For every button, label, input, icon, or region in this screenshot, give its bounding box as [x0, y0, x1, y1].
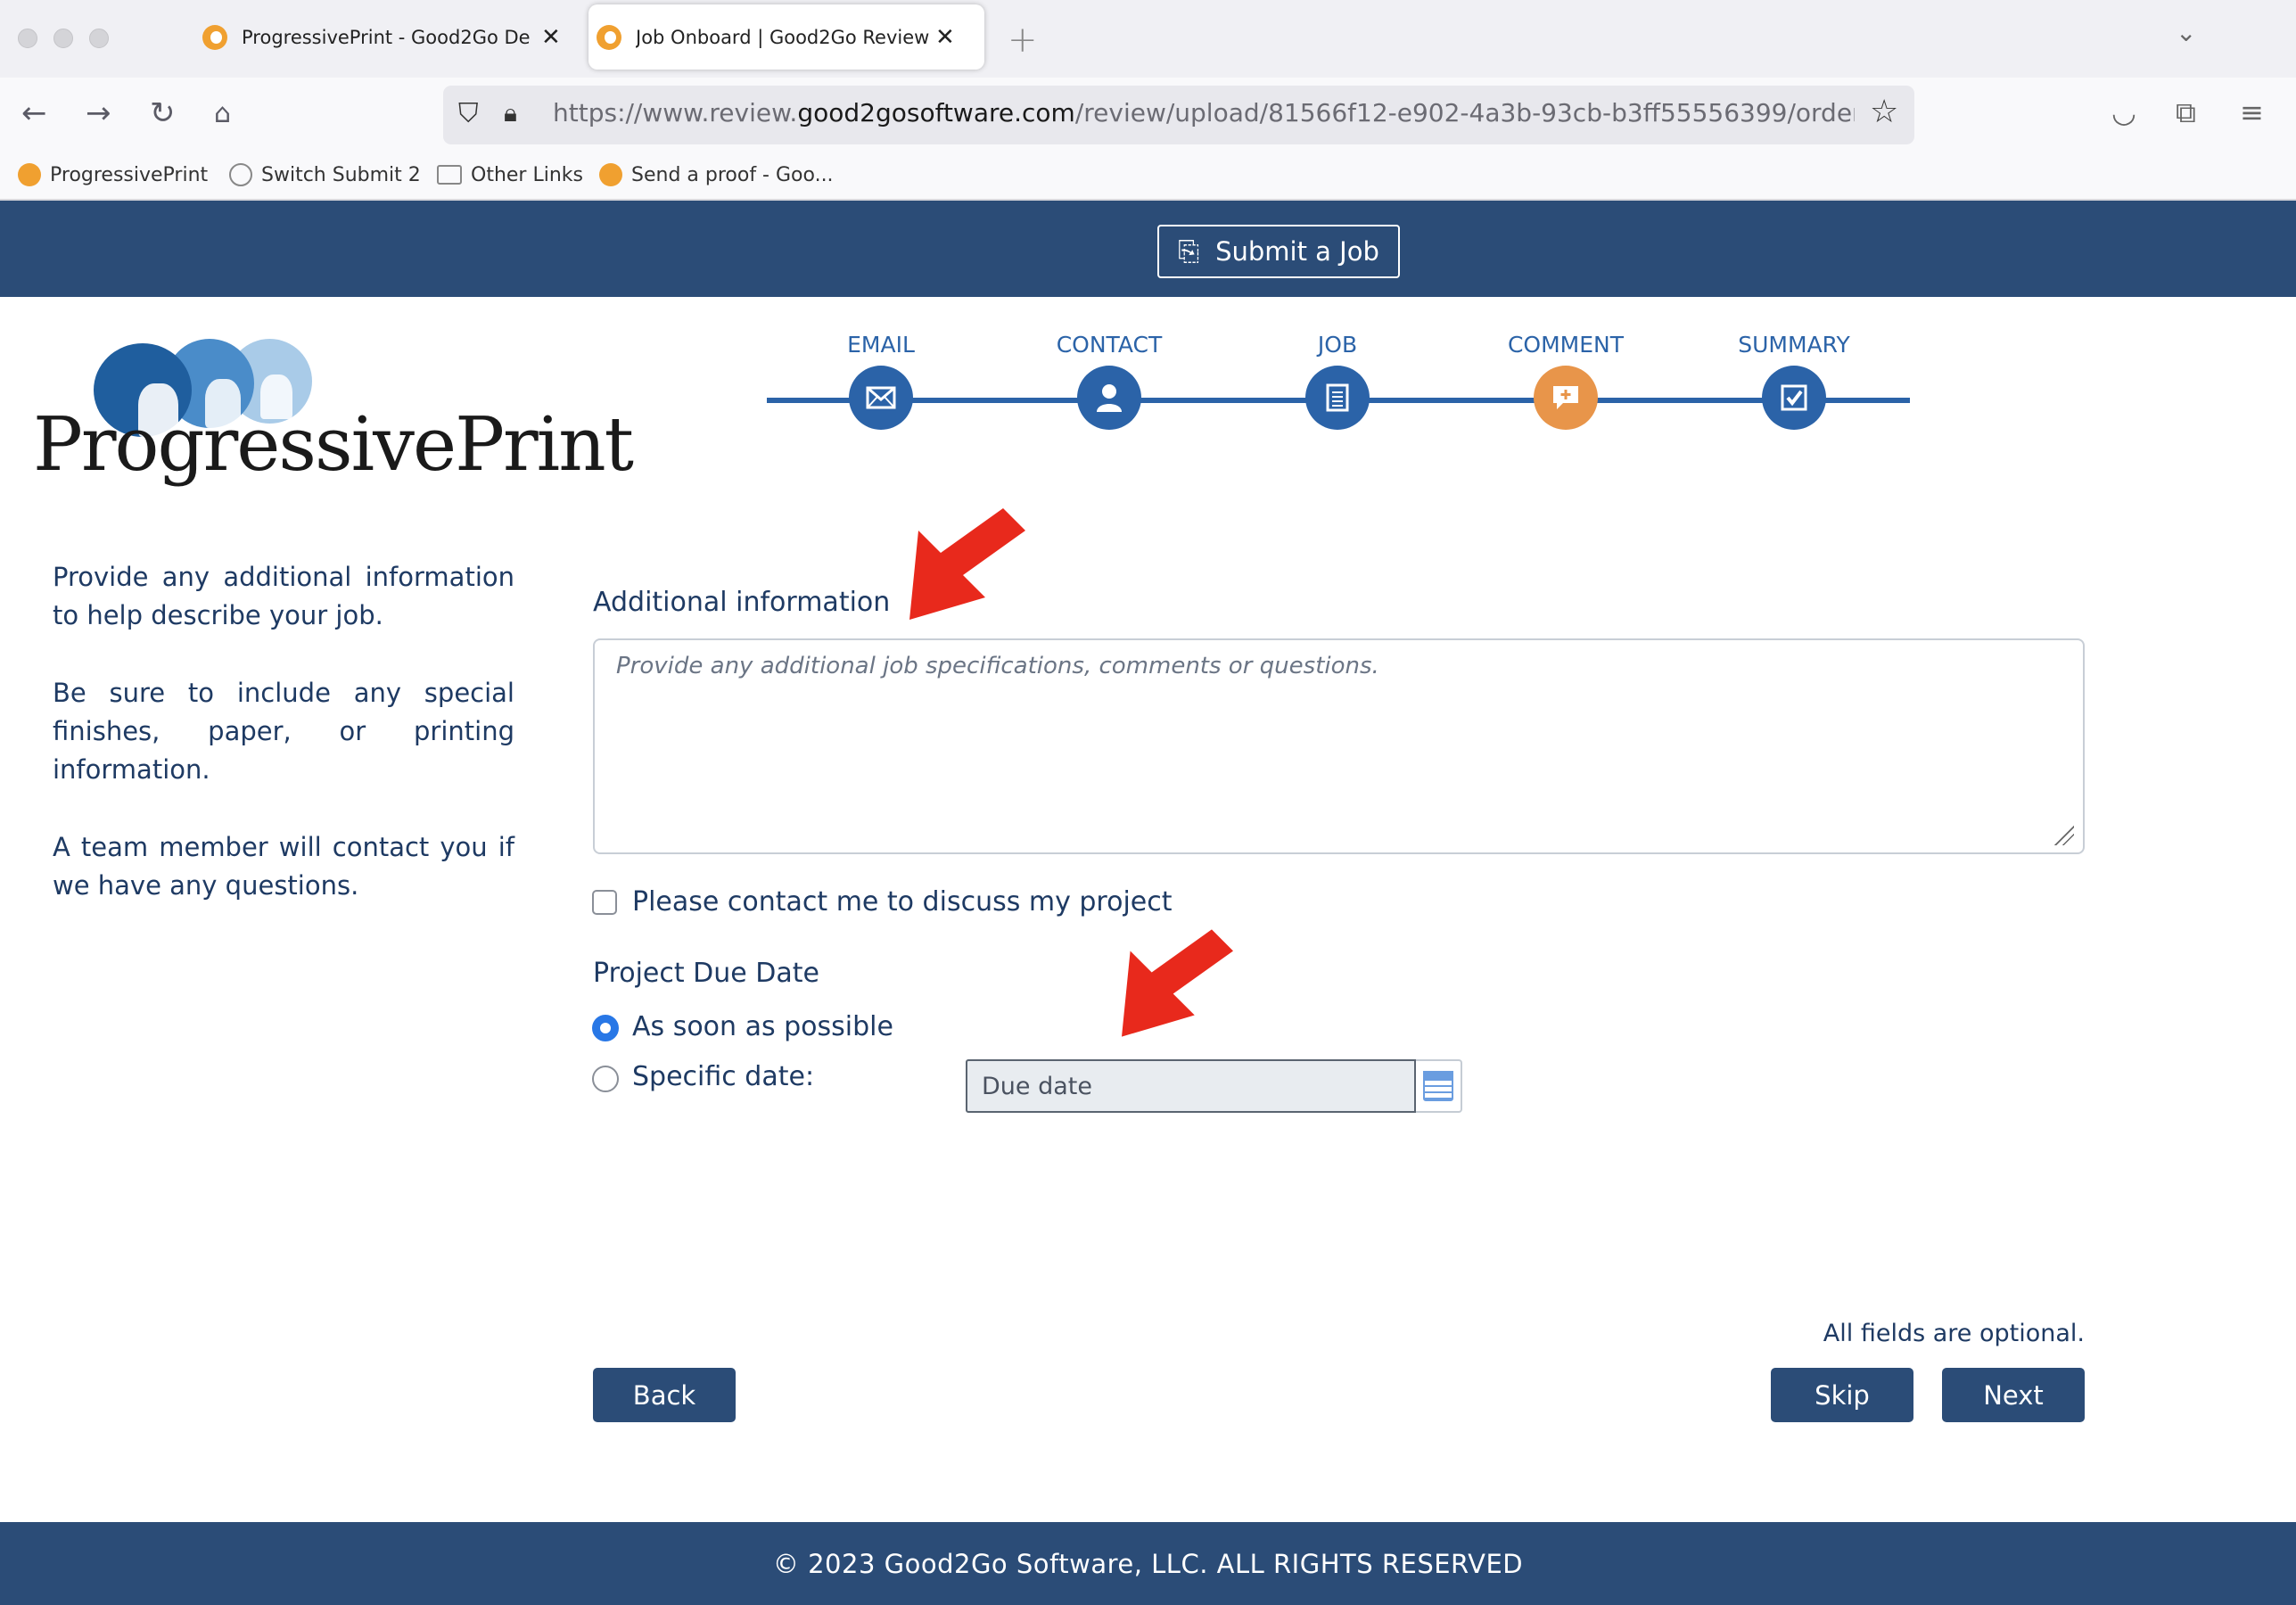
window-close-control[interactable]: [18, 29, 37, 48]
annotation-arrow-icon: [909, 508, 1025, 620]
bookmark-label: Other Links: [471, 163, 583, 186]
textarea-placeholder: Provide any additional job specification…: [616, 653, 1379, 679]
sidebar-paragraph-2: Be sure to include any special finishes,…: [53, 678, 514, 785]
additional-info-label: Additional information: [593, 587, 891, 618]
url-path: /review/upload/81566f12-e902-4a3b-93cb-b…: [1074, 98, 1855, 128]
step-label-comment: COMMENT: [1507, 332, 1625, 358]
contact-me-checkbox[interactable]: [592, 890, 617, 915]
forward-arrow-icon[interactable]: →: [86, 95, 111, 131]
bookmark-progressiveprint[interactable]: ProgressivePrint: [18, 161, 208, 188]
extensions-icon[interactable]: ⧉: [2176, 95, 2196, 130]
site-header: [0, 201, 2296, 297]
submit-job-label: Submit a Job: [1215, 236, 1379, 267]
next-button[interactable]: Next: [1942, 1368, 2085, 1422]
bookmark-switch-submit[interactable]: Switch Submit 2: [229, 161, 421, 188]
pocket-icon[interactable]: ◡: [2111, 95, 2136, 129]
due-date-heading: Project Due Date: [593, 958, 819, 989]
contact-me-label[interactable]: Please contact me to discuss my project: [632, 886, 1173, 918]
home-icon[interactable]: ⌂: [214, 98, 231, 129]
optional-note: All fields are optional.: [1823, 1320, 2085, 1347]
asap-radio[interactable]: [592, 1015, 619, 1041]
bookmark-label: ProgressivePrint: [50, 163, 209, 186]
due-date-placeholder: Due date: [982, 1072, 1092, 1100]
logo-text: ProgressivePrint: [33, 401, 634, 488]
calendar-button[interactable]: [1416, 1059, 1462, 1113]
favicon-icon: [597, 24, 621, 50]
favicon-icon: [202, 24, 227, 50]
step-comment[interactable]: [1534, 366, 1598, 430]
bookmark-label: Send a proof - Goo...: [631, 163, 834, 186]
browser-tab-progressiveprint[interactable]: ProgressivePrint - Good2Go De ✕: [194, 4, 575, 70]
submit-job-button[interactable]: ⎘ Submit a Job: [1157, 225, 1400, 278]
bookmark-send-proof[interactable]: Send a proof - Goo...: [599, 161, 834, 188]
step-label-contact: CONTACT: [1056, 332, 1163, 358]
document-icon: [1326, 383, 1349, 412]
envelope-icon: [866, 386, 896, 409]
new-tab-icon[interactable]: +: [1008, 20, 1038, 61]
step-job[interactable]: [1305, 366, 1370, 430]
bookmark-other-links[interactable]: Other Links: [437, 161, 583, 188]
close-icon[interactable]: ✕: [935, 24, 955, 51]
annotation-arrow-icon: [1122, 929, 1233, 1037]
url-prefix: https://www.review.: [553, 98, 798, 128]
due-date-input[interactable]: Due date: [966, 1059, 1416, 1113]
upload-document-icon: ⎘: [1178, 235, 1200, 268]
url-text[interactable]: https://www.review.good2gosoftware.com/r…: [553, 98, 1855, 128]
globe-icon: [229, 163, 252, 186]
calendar-icon: [1423, 1071, 1453, 1101]
favicon-icon: [599, 163, 622, 186]
footer: © 2023 Good2Go Software, LLC. ALL RIGHTS…: [0, 1522, 2296, 1605]
back-arrow-icon[interactable]: ←: [21, 95, 47, 131]
chevron-down-icon[interactable]: ⌄: [2176, 18, 2196, 47]
step-label-job: JOB: [1317, 332, 1358, 358]
close-icon[interactable]: ✕: [541, 24, 561, 51]
shield-icon[interactable]: ⛉: [458, 98, 479, 129]
checkbox-icon: [1781, 384, 1807, 411]
back-button[interactable]: Back: [593, 1368, 736, 1422]
skip-button[interactable]: Skip: [1771, 1368, 1913, 1422]
menu-icon[interactable]: ≡: [2240, 95, 2264, 129]
lock-icon[interactable]: 🔒︎: [504, 98, 517, 128]
favicon-icon: [18, 163, 41, 186]
tab-title: Job Onboard | Good2Go Review: [636, 26, 930, 48]
tab-title: ProgressivePrint - Good2Go De: [242, 26, 531, 48]
sidebar-paragraph-3: A team member will contact you if we hav…: [53, 832, 514, 901]
specific-date-radio[interactable]: [592, 1066, 619, 1092]
bookmark-star-icon[interactable]: ☆: [1870, 94, 1898, 130]
reload-icon[interactable]: ↻: [150, 95, 176, 131]
specific-date-label[interactable]: Specific date:: [632, 1061, 814, 1092]
browser-tab-job-onboard[interactable]: Job Onboard | Good2Go Review ✕: [588, 4, 984, 70]
asap-label[interactable]: As soon as possible: [632, 1011, 893, 1042]
step-email[interactable]: [849, 366, 913, 430]
step-summary[interactable]: [1762, 366, 1826, 430]
sidebar-paragraph-1: Provide any additional information to he…: [53, 562, 514, 630]
comment-icon: [1553, 386, 1578, 409]
url-host: good2gosoftware.com: [797, 98, 1075, 128]
copyright-text: © 2023 Good2Go Software, LLC. ALL RIGHTS…: [772, 1548, 1524, 1579]
step-label-summary: SUMMARY: [1738, 332, 1850, 358]
bookmark-label: Switch Submit 2: [261, 163, 421, 186]
resize-handle-icon[interactable]: [2054, 826, 2074, 845]
step-label-email: EMAIL: [847, 332, 915, 358]
window-minimize-control[interactable]: [53, 29, 73, 48]
window-zoom-control[interactable]: [89, 29, 109, 48]
step-contact[interactable]: [1077, 366, 1141, 430]
folder-icon: [437, 165, 462, 185]
person-icon: [1097, 384, 1122, 412]
additional-info-textarea[interactable]: Provide any additional job specification…: [593, 638, 2085, 854]
